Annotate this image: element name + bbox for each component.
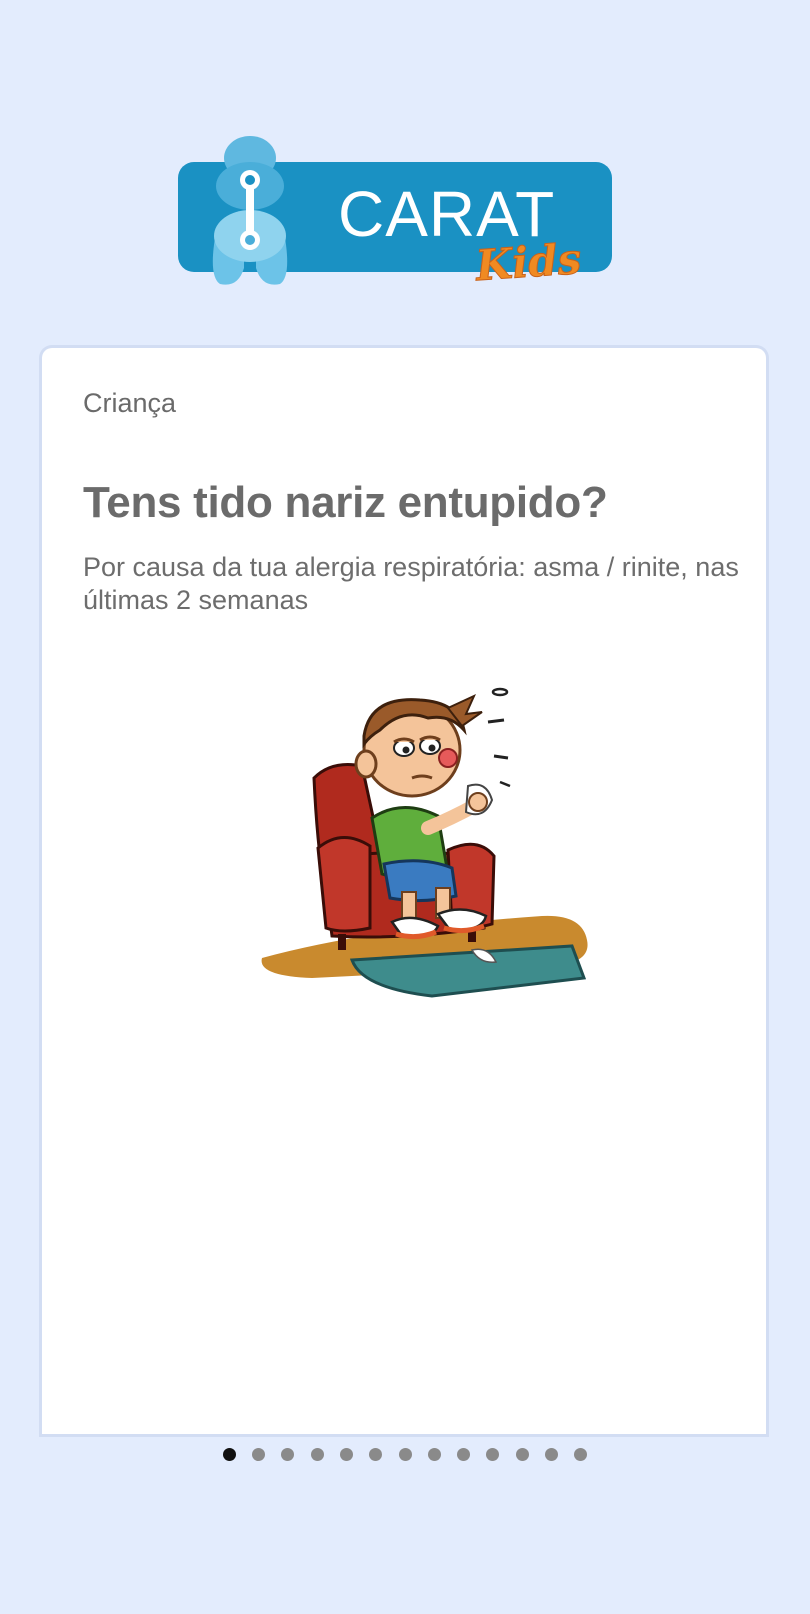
page-dot[interactable]	[310, 1448, 324, 1461]
page-dot[interactable]	[281, 1448, 295, 1461]
question-subtitle: Por causa da tua alergia respiratória: a…	[83, 552, 739, 615]
page-dot[interactable]	[398, 1448, 412, 1461]
page-dot[interactable]	[574, 1448, 588, 1461]
page-dot[interactable]	[369, 1448, 383, 1461]
page-dot[interactable]	[544, 1448, 558, 1461]
page-dot[interactable]	[252, 1448, 266, 1461]
logo-kids-text: Kids	[473, 234, 583, 290]
page-dot[interactable]	[457, 1448, 471, 1461]
page-dot-active[interactable]	[222, 1448, 236, 1461]
page-dot[interactable]	[339, 1448, 353, 1461]
sick-child-in-armchair-illustration	[261, 687, 588, 998]
question-title: Tens tido nariz entupido?	[83, 478, 608, 527]
question-card: Criança Tens tido nariz entupido? Por ca…	[42, 348, 766, 1434]
page-dot[interactable]	[486, 1448, 500, 1461]
screen: CARAT Kids Criança Tens tido nariz entup…	[0, 0, 810, 1614]
carat-kids-logo: CARAT Kids	[178, 136, 612, 291]
page-dot[interactable]	[515, 1448, 529, 1461]
respondent-label: Criança	[83, 388, 177, 418]
page-dot[interactable]	[427, 1448, 441, 1461]
pagination-dots	[0, 1448, 810, 1461]
